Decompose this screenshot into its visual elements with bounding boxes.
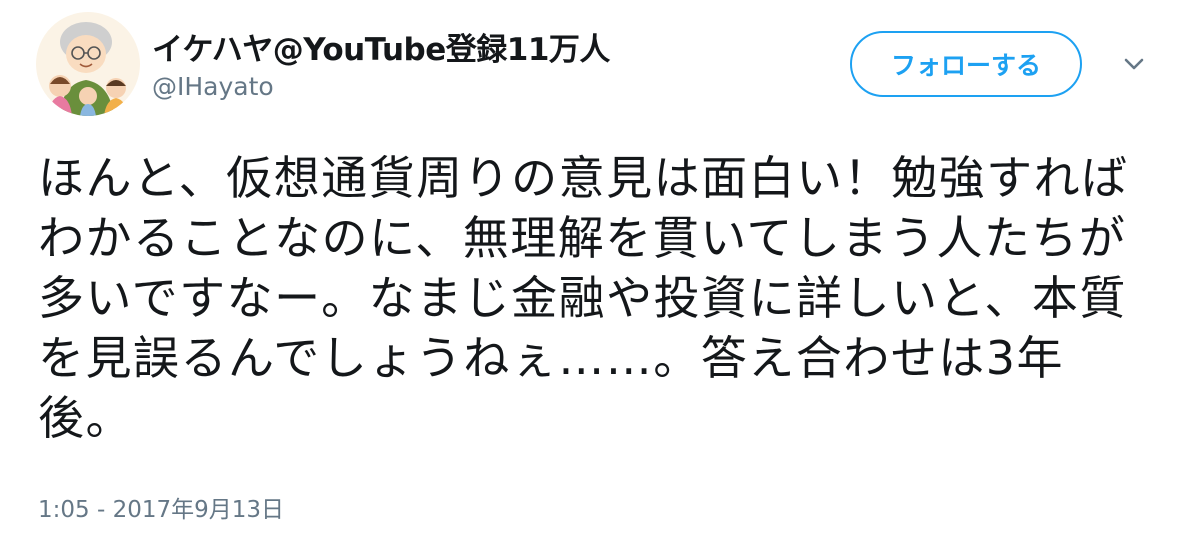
tweet-text: ほんと、仮想通貨周りの意見は面白い！勉強すればわかることなのに、無理解を貫いてし… xyxy=(38,151,1129,445)
tweet-timestamp[interactable]: 1:05 - 2017年9月13日 xyxy=(38,490,284,524)
tweet-card: イケハヤ@YouTube登録11万人 @IHayato フォローする ほんと、仮… xyxy=(0,0,1180,534)
user-handle[interactable]: @IHayato xyxy=(152,72,274,101)
avatar[interactable] xyxy=(36,12,140,116)
follow-button[interactable]: フォローする xyxy=(850,31,1082,97)
display-name[interactable]: イケハヤ@YouTube登録11万人 xyxy=(152,24,610,69)
user-avatar-icon xyxy=(36,12,140,116)
chevron-down-icon[interactable] xyxy=(1120,52,1148,76)
